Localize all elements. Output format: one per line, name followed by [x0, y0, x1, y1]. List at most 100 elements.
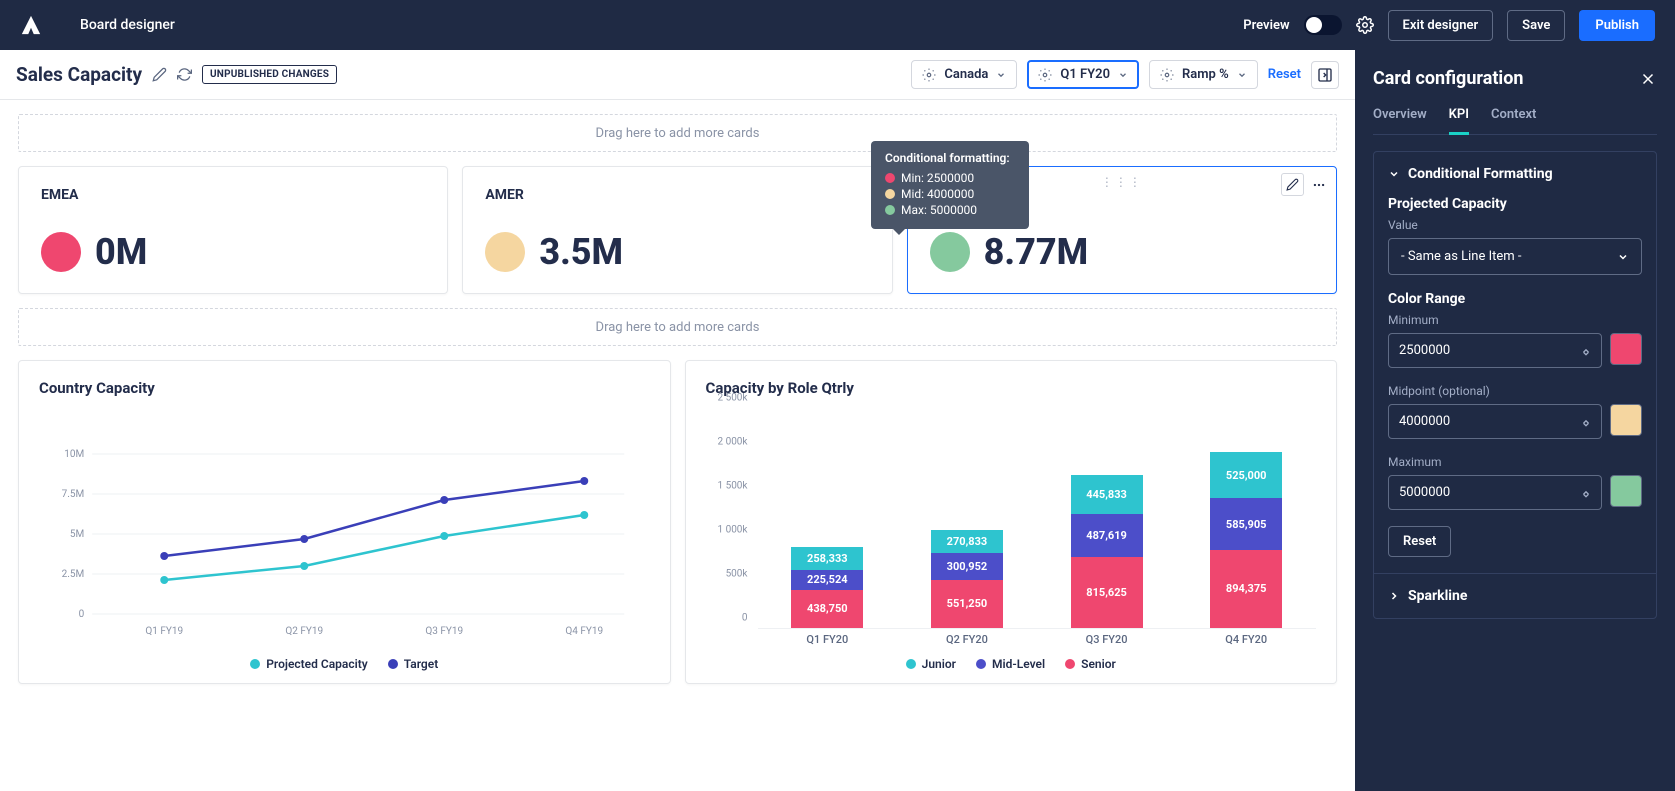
pencil-icon	[1286, 178, 1299, 191]
minimum-input[interactable]: 2500000	[1388, 333, 1602, 368]
legend-item-projected: Projected Capacity	[250, 657, 368, 671]
board-title: Sales Capacity	[16, 63, 142, 86]
kpi-card-emea[interactable]: EMEA 0M	[18, 166, 448, 294]
chart-card-country-capacity[interactable]: Country Capacity 0 2.5M 5M 7.5M 10M Q1 F…	[18, 360, 671, 684]
value-select[interactable]: - Same as Line Item -	[1388, 238, 1642, 275]
tooltip-min: Min: 2500000	[901, 171, 974, 185]
close-panel-button[interactable]	[1639, 70, 1657, 88]
sub-header: Sales Capacity UNPUBLISHED CHANGES Canad…	[0, 50, 1355, 100]
drop-zone-mid[interactable]: Drag here to add more cards	[18, 308, 1337, 346]
tab-context[interactable]: Context	[1491, 107, 1536, 134]
color-swatch-maximum[interactable]	[1610, 475, 1642, 507]
publish-button[interactable]: Publish	[1579, 10, 1655, 41]
unpublished-badge: UNPUBLISHED CHANGES	[202, 65, 337, 84]
refresh-button[interactable]	[177, 67, 192, 82]
svg-text:Q1 FY19: Q1 FY19	[145, 626, 183, 637]
top-header: Board designer Preview Exit designer Sav…	[0, 0, 1675, 50]
svg-text:Q3 FY19: Q3 FY19	[425, 626, 463, 637]
close-icon	[1639, 70, 1657, 88]
kpi-value: 8.77M	[984, 231, 1088, 273]
section-sparkline[interactable]: Sparkline	[1388, 588, 1642, 604]
chevron-down-icon	[1237, 70, 1247, 80]
tooltip-max: Max: 5000000	[901, 203, 977, 217]
card-more-button[interactable]	[1308, 174, 1330, 196]
board-canvas: Drag here to add more cards EMEA 0M AMER…	[0, 100, 1355, 698]
svg-text:5M: 5M	[70, 529, 84, 540]
chevron-down-icon	[1118, 70, 1128, 80]
drag-handle-icon[interactable]: ⋮⋮⋮	[1101, 175, 1143, 189]
field-label-color-range: Color Range	[1388, 291, 1642, 307]
dot-icon	[885, 189, 895, 199]
status-dot-green	[930, 232, 970, 272]
field-sublabel-maximum: Maximum	[1388, 455, 1642, 469]
gear-icon	[1038, 68, 1052, 82]
color-swatch-minimum[interactable]	[1610, 333, 1642, 365]
field-sublabel-value: Value	[1388, 218, 1642, 232]
maximum-input[interactable]: 5000000	[1388, 475, 1602, 510]
svg-text:Q4 FY19: Q4 FY19	[565, 626, 603, 637]
save-button[interactable]: Save	[1507, 10, 1565, 41]
dot-icon	[885, 205, 895, 215]
kpi-label: AMER	[485, 187, 869, 203]
tooltip-mid: Mid: 4000000	[901, 187, 974, 201]
pencil-icon	[152, 67, 167, 82]
legend-item-senior: Senior	[1065, 657, 1116, 671]
tab-kpi[interactable]: KPI	[1449, 107, 1469, 135]
kpi-value: 0M	[95, 231, 147, 273]
kpi-value: 3.5M	[539, 231, 623, 273]
kpi-label: EMEA	[41, 187, 425, 203]
stepper-icon	[1581, 415, 1591, 429]
dropdown-q1fy20[interactable]: Q1 FY20	[1027, 60, 1139, 89]
app-logo-icon	[20, 14, 42, 36]
midpoint-input[interactable]: 4000000	[1388, 404, 1602, 439]
chevron-down-icon	[996, 70, 1006, 80]
legend-item-junior: Junior	[906, 657, 956, 671]
color-swatch-midpoint[interactable]	[1610, 404, 1642, 436]
status-dot-yellow	[485, 232, 525, 272]
stacked-bar-chart: 0500k1 000k1 500k2 000k2 500k 438,750225…	[706, 409, 1317, 649]
chevron-down-icon	[1388, 168, 1400, 180]
config-panel-title: Card configuration	[1373, 68, 1523, 89]
config-panel: Card configuration Overview KPI Context …	[1355, 50, 1675, 791]
field-label-projected: Projected Capacity	[1388, 196, 1642, 212]
page-title: Board designer	[80, 17, 175, 33]
panel-right-icon	[1317, 67, 1333, 83]
chart-card-role-capacity[interactable]: Capacity by Role Qtrly 0500k1 000k1 500k…	[685, 360, 1338, 684]
dropdown-canada[interactable]: Canada	[911, 60, 1017, 89]
legend-item-mid: Mid-Level	[976, 657, 1045, 671]
tab-overview[interactable]: Overview	[1373, 107, 1427, 134]
section-conditional-formatting[interactable]: Conditional Formatting	[1388, 166, 1642, 182]
gear-icon	[1160, 68, 1174, 82]
reset-link[interactable]: Reset	[1268, 67, 1301, 82]
drop-zone-top[interactable]: Drag here to add more cards	[18, 114, 1337, 152]
chevron-right-icon	[1388, 590, 1400, 602]
svg-text:10M: 10M	[64, 449, 84, 460]
dropdown-ramp[interactable]: Ramp %	[1149, 60, 1258, 89]
gear-icon	[1356, 16, 1374, 34]
dot-icon	[885, 173, 895, 183]
preview-toggle[interactable]	[1304, 15, 1342, 35]
legend-item-target: Target	[388, 657, 439, 671]
svg-text:2.5M: 2.5M	[62, 569, 85, 580]
edit-title-button[interactable]	[152, 67, 167, 82]
status-dot-red	[41, 232, 81, 272]
chart-title: Country Capacity	[39, 379, 650, 397]
preview-label: Preview	[1243, 18, 1289, 33]
field-sublabel-midpoint: Midpoint (optional)	[1388, 384, 1642, 398]
exit-designer-button[interactable]: Exit designer	[1388, 10, 1494, 41]
formatting-tooltip: Conditional formatting: Min: 2500000 Mid…	[871, 141, 1029, 229]
gear-icon	[922, 68, 936, 82]
reset-color-button[interactable]: Reset	[1388, 526, 1451, 557]
tooltip-title: Conditional formatting:	[885, 151, 1015, 165]
svg-text:7.5M: 7.5M	[62, 489, 85, 500]
svg-text:0: 0	[79, 609, 85, 620]
chevron-down-icon	[1617, 251, 1629, 263]
panel-collapse-button[interactable]	[1311, 61, 1339, 89]
stepper-icon	[1581, 486, 1591, 500]
card-edit-button[interactable]	[1281, 173, 1304, 196]
field-sublabel-minimum: Minimum	[1388, 313, 1642, 327]
settings-button[interactable]	[1356, 16, 1374, 34]
dropdown-label: Canada	[944, 67, 988, 82]
stepper-icon	[1581, 344, 1591, 358]
kpi-card-amer[interactable]: AMER 3.5M	[462, 166, 892, 294]
